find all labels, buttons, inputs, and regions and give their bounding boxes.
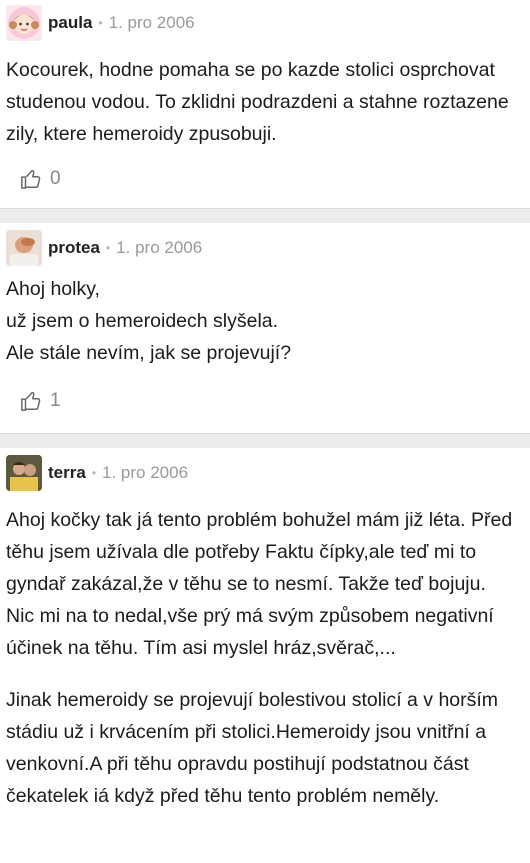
like-button[interactable]: 0 <box>20 168 61 190</box>
post-date: 1. pro 2006 <box>102 463 189 482</box>
like-row: 0 <box>0 150 530 208</box>
post-header: paula • 1. pro 2006 <box>0 0 530 46</box>
girl-avatar-icon <box>8 7 40 39</box>
post-paragraph: Ahoj holky, už jsem o hemeroidech slyšel… <box>6 278 292 364</box>
separator-dot: • <box>105 241 111 255</box>
thumbs-up-icon <box>21 169 41 189</box>
separator-dot: • <box>98 16 103 30</box>
post-terra: terra • 1. pro 2006 Ahoj kočky tak já te… <box>0 450 530 812</box>
post-paragraph: Ahoj kočky tak já tento problém bohužel … <box>6 509 513 659</box>
post-paragraph: Kocourek, hodne pomaha se po kazde stoli… <box>6 59 509 145</box>
author-name[interactable]: paula <box>48 13 92 33</box>
photo-avatar-icon <box>6 455 42 491</box>
post-body: Ahoj kočky tak já tento problém bohužel … <box>0 496 530 812</box>
post-date: 1. pro 2006 <box>116 238 203 257</box>
like-count: 0 <box>50 168 61 189</box>
post-header: protea • 1. pro 2006 <box>0 225 530 271</box>
photo-avatar-icon <box>6 230 42 266</box>
avatar-protea[interactable] <box>6 230 42 266</box>
author-name[interactable]: protea <box>48 238 100 258</box>
post-divider <box>0 433 530 448</box>
author-name[interactable]: terra <box>48 463 86 483</box>
avatar-paula[interactable] <box>6 5 42 41</box>
post-body: Ahoj holky, už jsem o hemeroidech slyšel… <box>0 271 530 369</box>
like-count: 1 <box>50 390 61 411</box>
post-paragraph: Jinak hemeroidy se projevují bolestivou … <box>6 689 499 807</box>
separator-dot: • <box>91 466 97 480</box>
post-paula: paula • 1. pro 2006 Kocourek, hodne poma… <box>0 0 530 208</box>
thumbs-up-icon <box>21 391 41 411</box>
post-divider <box>0 208 530 223</box>
post-protea: protea • 1. pro 2006 Ahoj holky, už jsem… <box>0 225 530 433</box>
post-header: terra • 1. pro 2006 <box>0 450 530 496</box>
post-date: 1. pro 2006 <box>108 13 195 32</box>
like-button[interactable]: 1 <box>20 390 61 412</box>
post-body: Kocourek, hodne pomaha se po kazde stoli… <box>0 46 530 150</box>
like-row: 1 <box>0 369 530 433</box>
avatar-terra[interactable] <box>6 455 42 491</box>
